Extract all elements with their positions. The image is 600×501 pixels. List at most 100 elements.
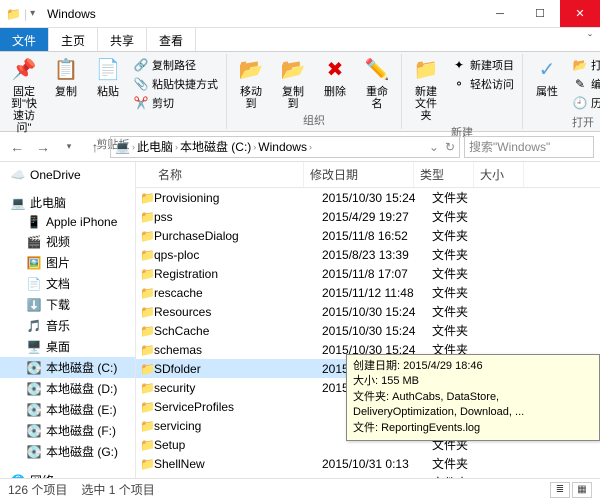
new-folder-button[interactable]: 📁新建 文件夹: [406, 54, 446, 124]
file-name: Provisioning: [154, 191, 322, 205]
crumb-pc[interactable]: 此电脑: [137, 138, 173, 155]
tree-drive-c[interactable]: 💽本地磁盘 (C:): [0, 357, 135, 378]
tree-drive-g[interactable]: 💽本地磁盘 (G:): [0, 441, 135, 462]
folder-icon: 📁: [136, 229, 154, 243]
file-row[interactable]: 📁pss2015/4/29 19:27文件夹: [136, 207, 600, 226]
file-row[interactable]: 📁Registration2015/11/8 17:07文件夹: [136, 264, 600, 283]
close-button[interactable]: ✕: [560, 0, 600, 27]
qat-divider: |: [24, 7, 27, 21]
tree-apple[interactable]: 📱Apple iPhone: [0, 213, 135, 231]
forward-button[interactable]: →: [32, 136, 54, 158]
view-details-button[interactable]: ≣: [550, 482, 570, 498]
file-row[interactable]: 📁rescache2015/11/12 11:48文件夹: [136, 283, 600, 302]
crumb-folder[interactable]: Windows: [258, 140, 307, 154]
move-to-button[interactable]: 📂移动到: [231, 54, 271, 112]
drive-icon: 💽: [26, 445, 42, 459]
nav-bar: ← → ▾ ↑ 💻 › 此电脑 › 本地磁盘 (C:) › Windows › …: [0, 132, 600, 162]
folder-icon: 📁: [136, 362, 154, 376]
address-dropdown[interactable]: ⌄: [429, 140, 439, 154]
copy-button[interactable]: 📋复制: [46, 54, 86, 100]
file-name: qps-ploc: [154, 248, 322, 262]
col-name[interactable]: 名称: [136, 162, 304, 187]
view-icons-button[interactable]: ▦: [572, 482, 592, 498]
tree-onedrive[interactable]: ☁️OneDrive: [0, 166, 135, 184]
file-name: security: [154, 381, 322, 395]
properties-button[interactable]: ✓属性: [527, 54, 567, 100]
ribbon-collapse-button[interactable]: ˇ: [580, 28, 600, 51]
delete-button[interactable]: ✖删除: [315, 54, 355, 100]
address-bar[interactable]: 💻 › 此电脑 › 本地磁盘 (C:) › Windows › ⌄ ↻: [110, 136, 460, 158]
folder-icon: 📁: [136, 419, 154, 433]
file-name: Setup: [154, 438, 322, 452]
new-item-button[interactable]: ✦新建项目: [450, 56, 516, 74]
tree-documents[interactable]: 📄文档: [0, 273, 135, 294]
file-date: 2015/10/30 15:24: [322, 476, 432, 479]
file-row[interactable]: 📁PurchaseDialog2015/11/8 16:52文件夹: [136, 226, 600, 245]
tree-network[interactable]: 🌐网络: [0, 470, 135, 478]
search-box[interactable]: 搜索"Windows": [464, 136, 594, 158]
file-row[interactable]: 📁qps-ploc2015/8/23 13:39文件夹: [136, 245, 600, 264]
crumb-drive[interactable]: 本地磁盘 (C:): [180, 138, 251, 155]
drive-icon: 💽: [26, 424, 42, 438]
tree-drive-d[interactable]: 💽本地磁盘 (D:): [0, 378, 135, 399]
tree-videos[interactable]: 🎬视频: [0, 231, 135, 252]
folder-icon: 📁: [136, 381, 154, 395]
file-row[interactable]: 📁ShellNew2015/10/31 0:13文件夹: [136, 454, 600, 473]
tab-file[interactable]: 文件: [0, 28, 49, 51]
tab-share[interactable]: 共享: [98, 28, 147, 51]
paste-shortcut-button[interactable]: 📎粘贴快捷方式: [132, 75, 220, 93]
tree-drive-f[interactable]: 💽本地磁盘 (F:): [0, 420, 135, 441]
cloud-icon: ☁️: [10, 168, 26, 182]
maximize-button[interactable]: ☐: [520, 0, 560, 27]
file-list: 名称 修改日期 类型 大小 📁Provisioning2015/10/30 15…: [136, 162, 600, 478]
file-name: schemas: [154, 343, 322, 357]
file-row[interactable]: 📁Provisioning2015/10/30 15:24文件夹: [136, 188, 600, 207]
file-date: 2015/11/8 16:52: [322, 229, 432, 243]
tab-view[interactable]: 查看: [147, 28, 196, 51]
history-button[interactable]: 🕘历史记录: [571, 94, 600, 112]
minimize-button[interactable]: ─: [480, 0, 520, 27]
edit-button[interactable]: ✎编辑: [571, 75, 600, 93]
open-button[interactable]: 📂打开: [571, 56, 600, 74]
folder-icon: 📁: [136, 343, 154, 357]
tooltip-line: 文件夹: AuthCabs, DataStore, DeliveryOptimi…: [353, 390, 593, 421]
folder-icon: 📁: [136, 267, 154, 281]
folder-icon: 📁: [136, 457, 154, 471]
tree-downloads[interactable]: ⬇️下载: [0, 294, 135, 315]
easy-access-button[interactable]: ⚬轻松访问: [450, 75, 516, 93]
copy-to-button[interactable]: 📂复制到: [273, 54, 313, 112]
tab-home[interactable]: 主页: [49, 28, 98, 51]
col-type[interactable]: 类型: [414, 162, 474, 187]
copy-path-button[interactable]: 🔗复制路径: [132, 56, 220, 74]
folder-icon: 📁: [136, 400, 154, 414]
file-row[interactable]: 📁Resources2015/10/30 15:24文件夹: [136, 302, 600, 321]
file-date: 2015/10/31 0:13: [322, 457, 432, 471]
file-name: pss: [154, 210, 322, 224]
file-date: 2015/8/23 13:39: [322, 248, 432, 262]
tree-desktop[interactable]: 🖥️桌面: [0, 336, 135, 357]
refresh-button[interactable]: ↻: [445, 140, 455, 154]
file-row[interactable]: 📁SKB2015/10/30 15:24文件夹: [136, 473, 600, 478]
tree-pictures[interactable]: 🖼️图片: [0, 252, 135, 273]
tooltip-line: 创建日期: 2015/4/29 18:46: [353, 359, 593, 374]
file-name: SKB: [154, 476, 322, 479]
rename-button[interactable]: ✏️重命名: [357, 54, 397, 112]
folder-icon: 📁: [136, 305, 154, 319]
col-date[interactable]: 修改日期: [304, 162, 414, 187]
col-size[interactable]: 大小: [474, 162, 524, 187]
file-row[interactable]: 📁SchCache2015/10/30 15:24文件夹: [136, 321, 600, 340]
file-name: rescache: [154, 286, 322, 300]
back-button[interactable]: ←: [6, 136, 28, 158]
tree-drive-e[interactable]: 💽本地磁盘 (E:): [0, 399, 135, 420]
pin-button[interactable]: 📌固定到"快 速访问": [4, 54, 44, 136]
tree-thispc[interactable]: 💻此电脑: [0, 192, 135, 213]
file-type: 文件夹: [432, 208, 492, 225]
drive-icon: 💽: [26, 361, 42, 375]
paste-button[interactable]: 📄粘贴: [88, 54, 128, 100]
up-button[interactable]: ↑: [84, 136, 106, 158]
tree-music[interactable]: 🎵音乐: [0, 315, 135, 336]
recent-button[interactable]: ▾: [58, 136, 80, 158]
cut-button[interactable]: ✂️剪切: [132, 94, 220, 112]
qat-item[interactable]: ▾: [30, 8, 35, 19]
tooltip-line: 大小: 155 MB: [353, 374, 593, 389]
